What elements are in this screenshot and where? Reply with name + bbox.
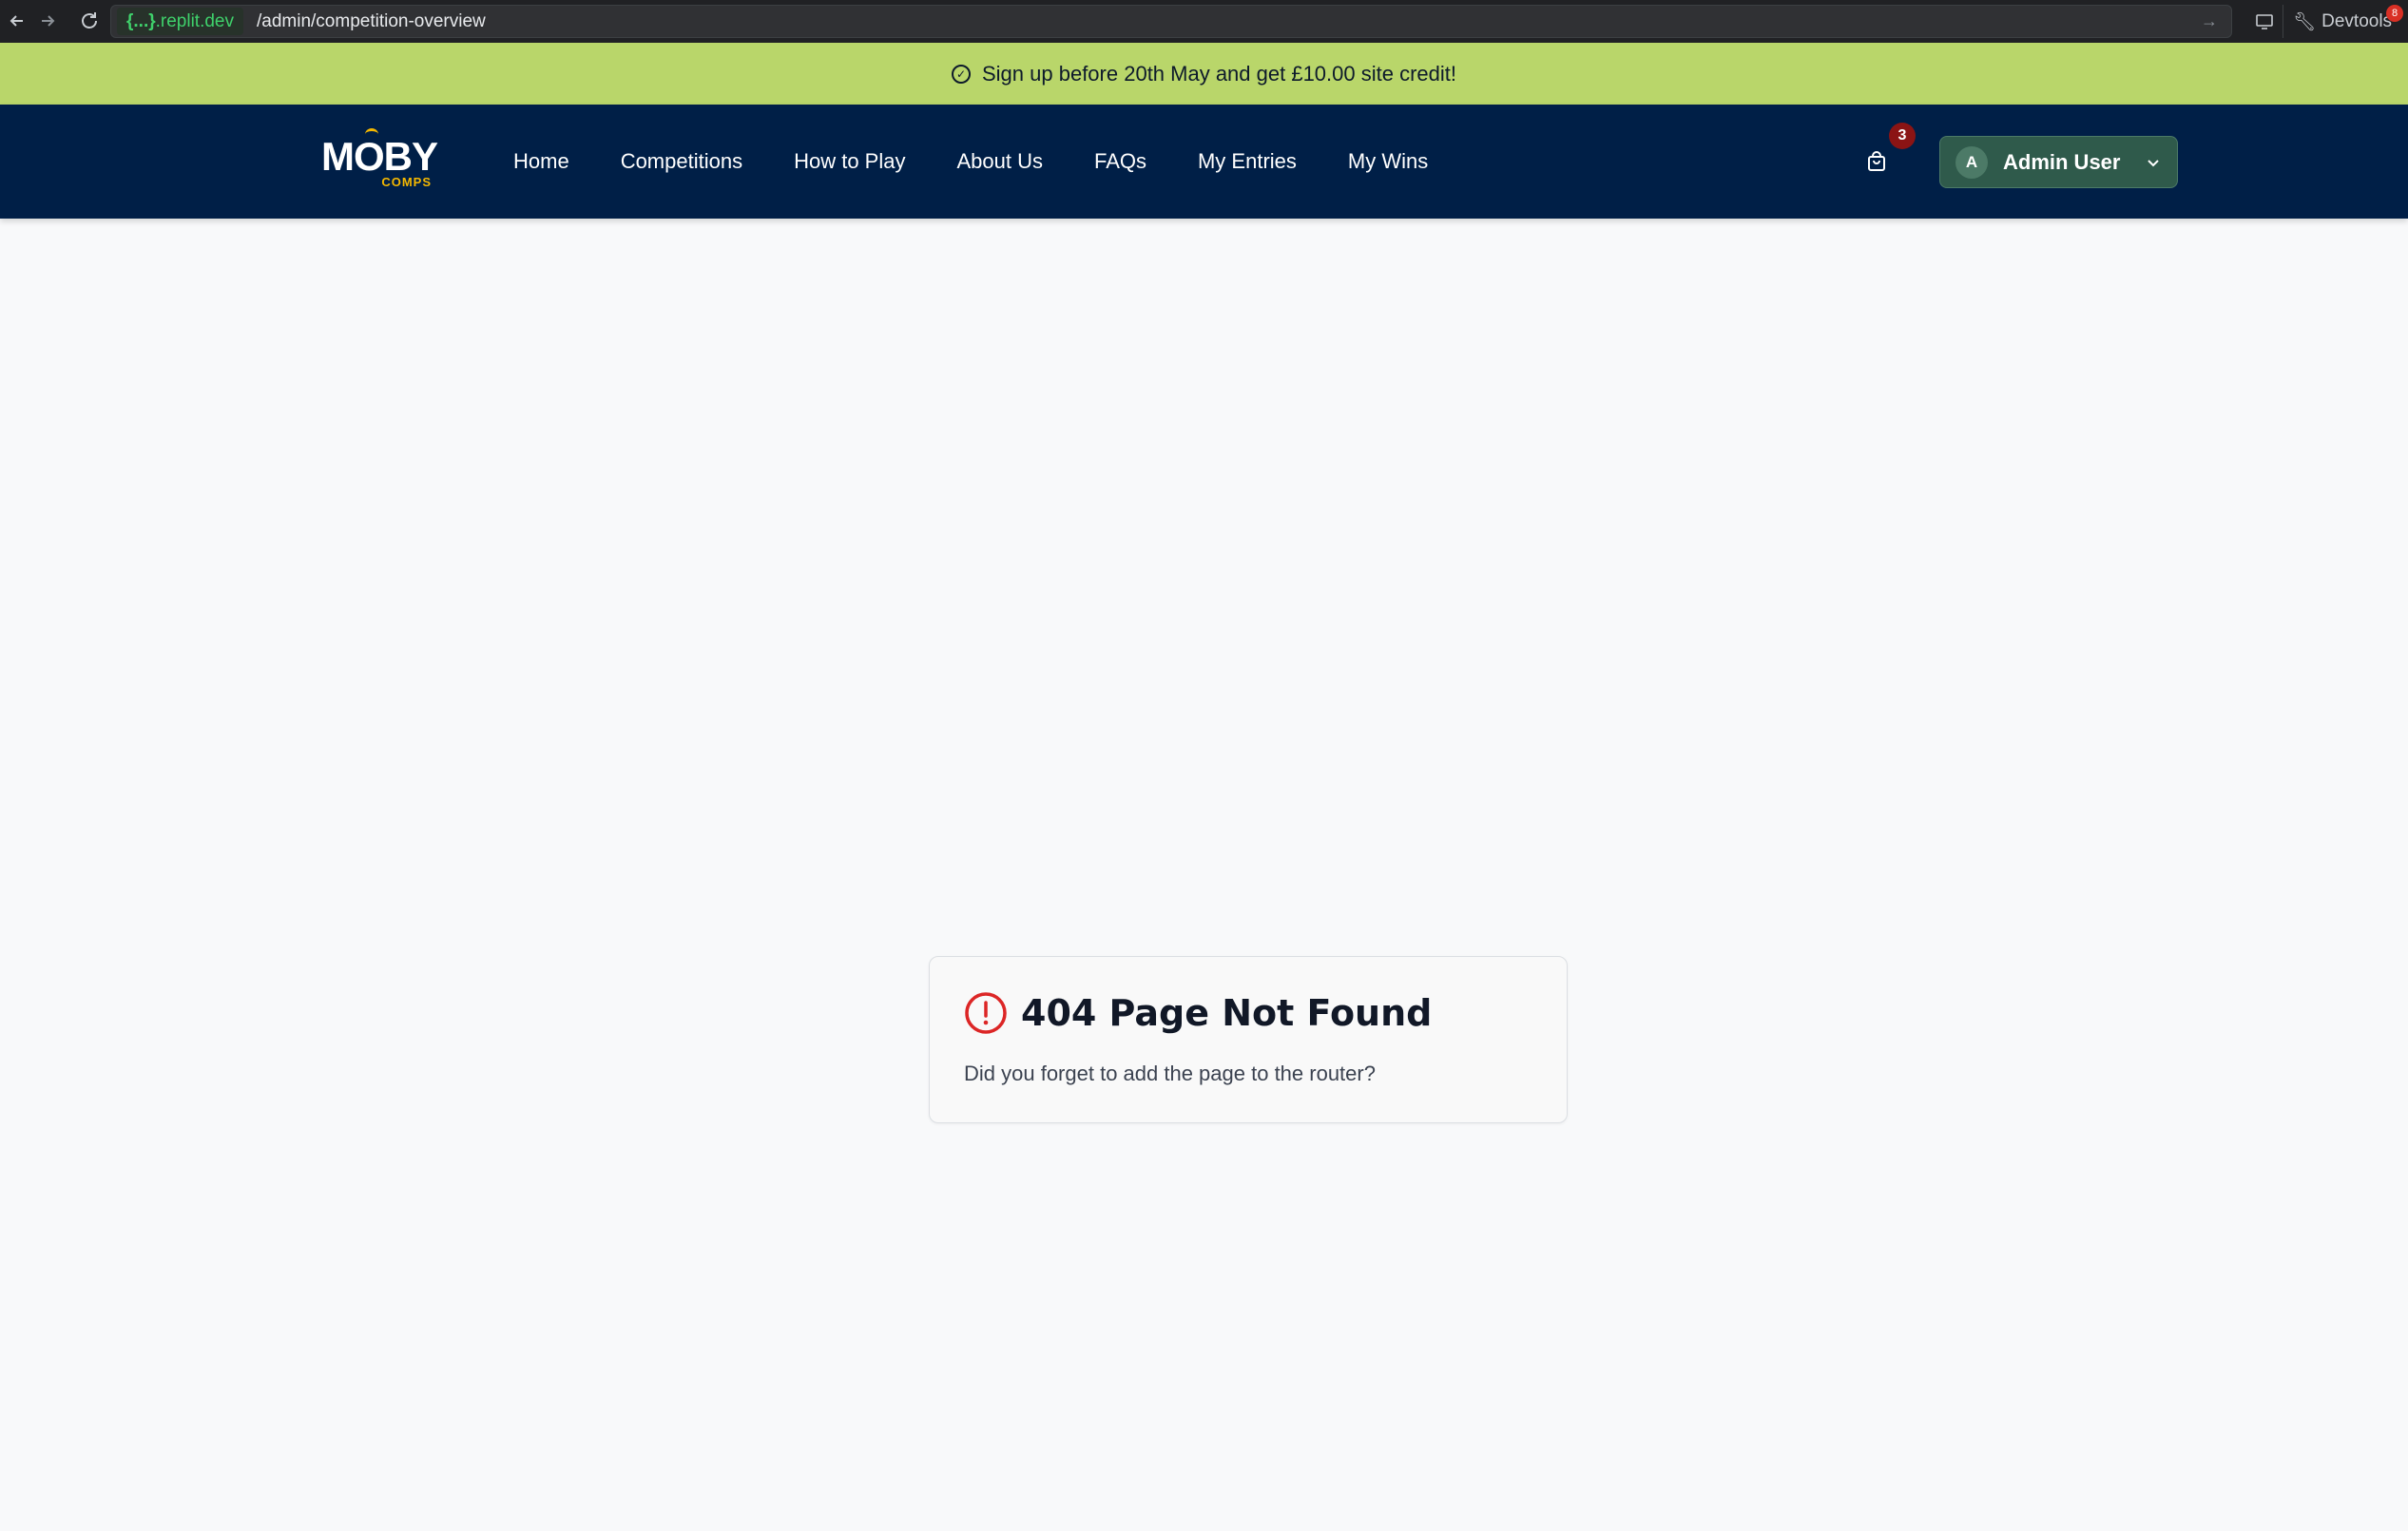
devtools-label: Devtools	[2321, 10, 2393, 31]
go-arrow-icon[interactable]: →	[2201, 11, 2218, 31]
url-host-domain: .replit.dev	[155, 10, 234, 31]
error-message: Did you forget to add the page to the ro…	[964, 1062, 1376, 1085]
nav-home[interactable]: Home	[513, 149, 569, 174]
site-logo[interactable]: MOBY COMPS	[321, 134, 438, 190]
devtools-button[interactable]: 🔧︎ Devtools 8	[2283, 4, 2404, 33]
logo-main-text: MOBY	[321, 134, 438, 179]
main-nav: Home Competitions How to Play About Us F…	[513, 105, 1428, 219]
logo-sub-text: COMPS	[381, 175, 432, 189]
url-path: /admin/competition-overview	[257, 10, 486, 31]
user-menu-button[interactable]: A Admin User	[1939, 136, 2178, 188]
devtools-badge: 8	[2386, 4, 2404, 22]
arrow-left-icon	[10, 15, 23, 27]
promo-banner: ✓ Sign up before 20th May and get £10.00…	[0, 43, 2408, 105]
cart-button[interactable]	[1861, 146, 1892, 177]
shopping-bag-icon	[1868, 151, 1885, 171]
check-circle-icon: ✓	[952, 64, 971, 84]
user-name: Admin User	[2003, 149, 2121, 174]
address-bar[interactable]: {...} .replit.dev /admin/competition-over…	[110, 5, 2232, 38]
promo-text: Sign up before 20th May and get £10.00 s…	[982, 61, 1456, 86]
forward-button[interactable]	[30, 4, 65, 38]
nav-my-wins[interactable]: My Wins	[1348, 149, 1428, 174]
nav-my-entries[interactable]: My Entries	[1198, 149, 1297, 174]
nav-how-to-play[interactable]: How to Play	[794, 149, 905, 174]
alert-circle-icon	[965, 992, 1007, 1034]
card-header: 404 Page Not Found	[964, 991, 1432, 1035]
site-header: MOBY COMPS Home Competitions How to Play…	[0, 105, 2408, 219]
nav-faqs[interactable]: FAQs	[1094, 149, 1146, 174]
cart-count-badge: 3	[1889, 123, 1916, 149]
avatar: A	[1955, 145, 1988, 179]
nav-about-us[interactable]: About Us	[956, 149, 1043, 174]
reload-icon	[82, 12, 97, 29]
back-button[interactable]	[0, 4, 34, 38]
browser-right-tools: 🔧︎ Devtools 8	[2245, 4, 2404, 38]
reload-button[interactable]	[72, 4, 106, 38]
not-found-card: 404 Page Not Found Did you forget to add…	[929, 956, 1568, 1123]
url-host-brace: {...}	[126, 10, 156, 31]
screen-icon[interactable]	[2245, 5, 2283, 38]
nav-competitions[interactable]: Competitions	[621, 149, 742, 174]
wrench-icon: 🔧︎	[2293, 11, 2317, 32]
browser-toolbar: {...} .replit.dev /admin/competition-over…	[0, 0, 2408, 43]
page-title: 404 Page Not Found	[1021, 992, 1433, 1034]
url-host: {...} .replit.dev	[117, 8, 243, 35]
arrow-right-icon	[42, 15, 55, 27]
chevron-down-icon	[2148, 159, 2159, 166]
